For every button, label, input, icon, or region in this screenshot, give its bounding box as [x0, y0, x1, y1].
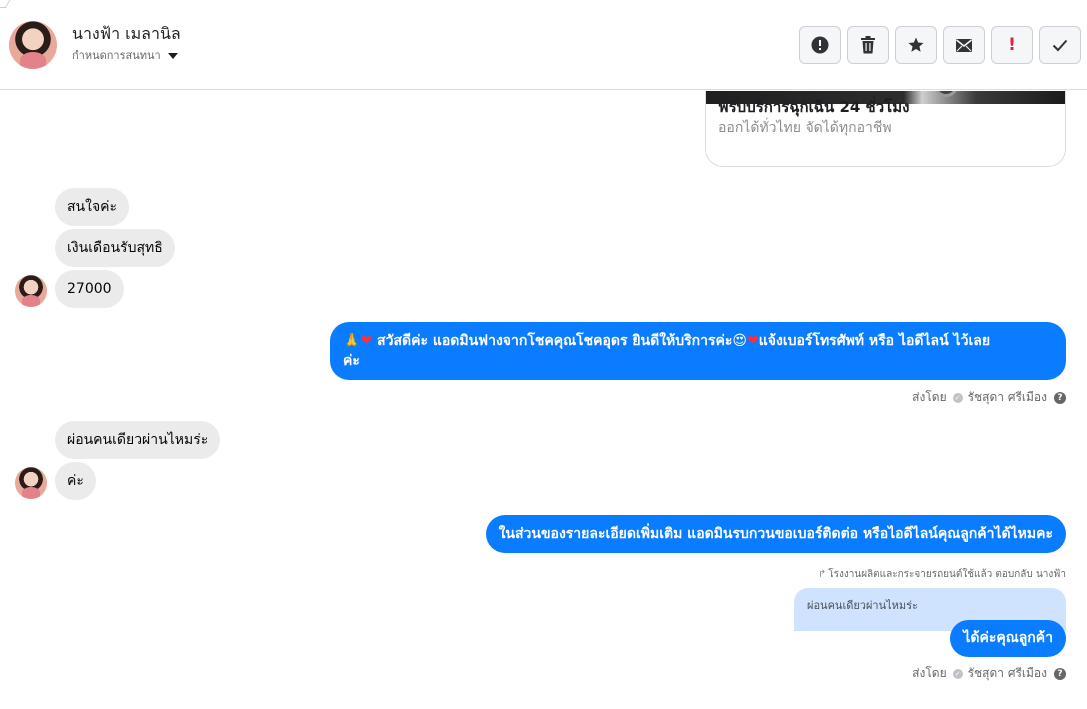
- sent-by-agent[interactable]: รัชสุดา ศรีเมือง: [968, 388, 1047, 407]
- outgoing-text: สวัสดีค่ะ แอดมินฟางจากโชคคุณโชคอุดร ยินด…: [372, 333, 733, 349]
- assign-conversation-label: กำหนดการสนทนา: [72, 49, 161, 62]
- reply-arrow-icon: ↱: [817, 569, 827, 580]
- conversation-toolbar: !: [799, 26, 1081, 64]
- sent-by-label: ส่งโดย: [912, 666, 947, 680]
- mark-done-button[interactable]: [1039, 26, 1081, 64]
- outgoing-message[interactable]: ในส่วนของรายละเอียดเพิ่มเติม แอดมินรบกวน…: [485, 515, 1066, 553]
- sent-by-agent[interactable]: รัชสุดา ศรีเมือง: [968, 664, 1047, 683]
- incoming-message[interactable]: ผ่อนคนเดียวผ่านไหมร่ะ: [55, 421, 221, 459]
- sent-by-info: ส่งโดย ✓ รัชสุดา ศรีเมือง ?: [912, 388, 1066, 407]
- delete-button[interactable]: [847, 26, 889, 64]
- link-preview-title: ฟรีบบริการฉุกเฉิน 24 ชั่วโมง: [718, 98, 910, 116]
- assign-conversation-dropdown[interactable]: กำหนดการสนทนา: [72, 46, 178, 64]
- trash-icon: [861, 36, 875, 54]
- alert-circle-icon: [811, 36, 829, 54]
- verified-check-icon: ✓: [952, 668, 963, 679]
- help-icon[interactable]: ?: [1054, 667, 1066, 680]
- message-thread[interactable]: ฟรีบบริการฉุกเฉิน 24 ชั่วโมง ออกได้ทั่วไ…: [0, 91, 1087, 709]
- link-preview-card[interactable]: ฟรีบบริการฉุกเฉิน 24 ชั่วโมง ออกได้ทั่วไ…: [705, 91, 1066, 167]
- mark-unread-button[interactable]: [943, 26, 985, 64]
- exclamation-icon: !: [1008, 34, 1016, 55]
- outgoing-text: แจ้งเบอร์โทรศัพท์ หรือ ไอดีไลน์ ไว้เลย: [758, 333, 991, 349]
- pray-emoji: 🙏: [343, 333, 361, 349]
- verified-check-icon: ✓: [952, 392, 963, 403]
- check-icon: [1052, 39, 1068, 52]
- contact-avatar[interactable]: [9, 21, 57, 69]
- outgoing-message[interactable]: 🙏❤ สวัสดีค่ะ แอดมินฟางจากโชคคุณโชคอุดร ย…: [330, 322, 1066, 380]
- help-icon[interactable]: ?: [1054, 391, 1066, 404]
- sent-by-label: ส่งโดย: [912, 390, 947, 404]
- incoming-message[interactable]: สนใจค่ะ: [55, 188, 130, 226]
- smile-emoji: 😍: [732, 333, 748, 349]
- incoming-message[interactable]: ค่ะ: [55, 462, 96, 500]
- reply-context-text: โรงงานผลิตและกระจายรถยนต์ใช้แล้ว ตอบกลับ…: [828, 569, 1066, 580]
- incoming-message[interactable]: 27000: [55, 270, 124, 308]
- star-button[interactable]: [895, 26, 937, 64]
- outgoing-text: ค่ะ: [343, 353, 360, 369]
- envelope-icon: [956, 39, 972, 52]
- inbox-conversation-view: นางฟ้า เมลานิล กำหนดการสนทนา ! ฟรีบบริกา…: [0, 0, 1087, 709]
- star-icon: [908, 37, 924, 52]
- conversation-header: นางฟ้า เมลานิล กำหนดการสนทนา !: [0, 0, 1087, 90]
- sender-avatar[interactable]: [15, 467, 47, 499]
- sender-avatar[interactable]: [15, 275, 47, 307]
- car-wheel-graphic: [934, 91, 958, 97]
- sent-by-info: ส่งโดย ✓ รัชสุดา ศรีเมือง ?: [912, 664, 1066, 683]
- heart-icon: ❤: [747, 333, 759, 349]
- corner-mark: [0, 0, 11, 8]
- incoming-message[interactable]: เงินเดือนรับสุทธิ: [55, 229, 175, 267]
- report-spam-button[interactable]: [799, 26, 841, 64]
- caret-down-icon: [167, 52, 178, 59]
- contact-name[interactable]: นางฟ้า เมลานิล: [72, 22, 181, 47]
- reply-context-note: ↱ โรงงานผลิตและกระจายรถยนต์ใช้แล้ว ตอบกลั…: [818, 567, 1066, 582]
- heart-icon: ❤: [360, 333, 373, 349]
- follow-up-button[interactable]: !: [991, 26, 1033, 64]
- outgoing-message[interactable]: ได้ค่ะคุณลูกค้า: [950, 620, 1066, 657]
- link-preview-subtitle: ออกได้ทั่วไทย จัดได้ทุกอาชีพ: [718, 120, 892, 136]
